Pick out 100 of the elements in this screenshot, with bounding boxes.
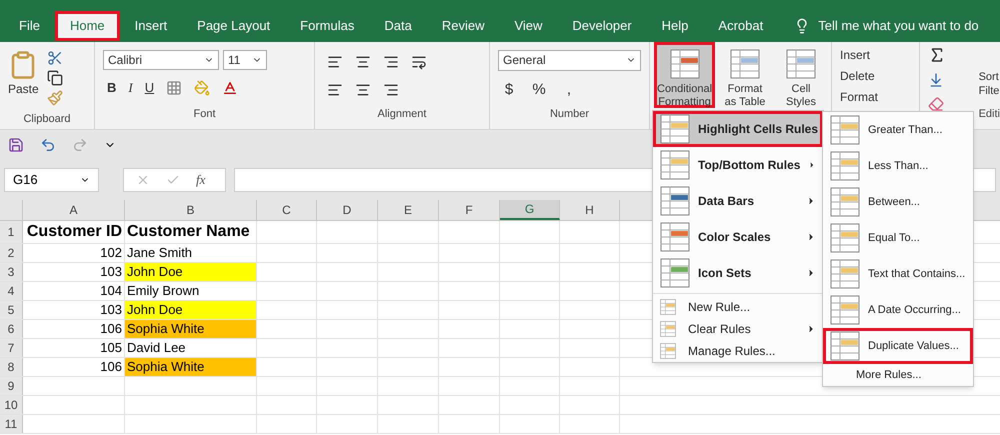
row-header[interactable]: 9 (0, 377, 23, 395)
submenu-item[interactable]: More Rules... (823, 364, 973, 386)
font-size-field[interactable]: 11 (223, 50, 267, 70)
wrap-text-icon[interactable] (411, 54, 427, 70)
grid-icon (660, 258, 690, 288)
ribbon-tab[interactable]: Developer (557, 11, 647, 41)
submenu-item[interactable]: Equal To... (823, 220, 973, 256)
ribbon-tab[interactable]: Home (54, 11, 120, 41)
number-format-button[interactable]: $ (502, 78, 516, 101)
align-left-icon[interactable] (327, 82, 343, 98)
table-cell: David Lee (125, 339, 257, 357)
table-cell-text: 105 (100, 339, 122, 358)
submenu-item[interactable]: Text that Contains... (823, 256, 973, 292)
column-header[interactable]: A (23, 200, 125, 220)
column-header[interactable]: E (378, 200, 439, 220)
font-style-button[interactable]: I (128, 78, 133, 98)
row-header[interactable]: 11 (0, 415, 23, 433)
name-box[interactable]: G16 (4, 168, 99, 192)
ribbon-tab[interactable]: Acrobat (703, 11, 778, 41)
paste-button[interactable]: Paste (8, 50, 39, 106)
font-name-field[interactable]: Calibri (103, 50, 219, 70)
tell-me-search[interactable]: Tell me what you want to do (818, 16, 979, 36)
table-cell-text: 103 (100, 301, 122, 320)
fill-color-icon[interactable] (194, 80, 210, 96)
grid-icon (660, 321, 676, 337)
menu-item[interactable]: Manage Rules... (653, 340, 823, 362)
sort-filter-button[interactable]: Sort Filte (978, 70, 1000, 98)
submenu-item[interactable]: Between... (823, 184, 973, 220)
menu-item[interactable]: Color Scales (653, 219, 823, 255)
align-top-icon[interactable] (327, 54, 343, 70)
cells-button[interactable]: Format (840, 88, 911, 106)
menu-item[interactable]: Highlight Cells Rules (653, 111, 823, 147)
submenu-item[interactable]: Greater Than... (823, 112, 973, 148)
ribbon-tab[interactable]: Data (369, 11, 427, 41)
submenu-item[interactable]: Duplicate Values... (823, 328, 973, 364)
copy-icon[interactable] (46, 70, 63, 86)
align-right-icon[interactable] (383, 82, 399, 98)
column-header[interactable]: H (560, 200, 620, 220)
group-label: Editi (978, 108, 1000, 120)
cells-button[interactable]: Delete (840, 67, 911, 85)
table-cell: Customer Name (125, 221, 257, 243)
font-style-button[interactable]: U (144, 78, 154, 98)
row-header[interactable]: 6 (0, 320, 23, 338)
grid-icon (830, 295, 860, 325)
font-color-icon[interactable] (222, 80, 238, 96)
submenu-item[interactable]: Less Than... (823, 148, 973, 184)
menu-item[interactable]: Data Bars (653, 183, 823, 219)
ribbon-tab[interactable]: Formulas (285, 11, 370, 41)
table-cell: John Doe (125, 263, 257, 281)
group-label: Number (550, 108, 590, 120)
table-cell-text: 104 (100, 282, 122, 300)
row-header[interactable]: 7 (0, 339, 23, 357)
cut-icon[interactable] (46, 50, 63, 66)
menu-item[interactable]: Clear Rules (653, 318, 823, 340)
row-header[interactable]: 4 (0, 282, 23, 300)
column-header[interactable]: C (257, 200, 317, 220)
fill-icon[interactable] (928, 72, 944, 88)
ribbon-tab[interactable]: Review (426, 11, 500, 41)
font-style-button[interactable]: B (107, 78, 116, 98)
ribbon-tab[interactable]: File (4, 11, 55, 41)
ribbon-tab[interactable]: View (499, 11, 558, 41)
row-header[interactable]: 2 (0, 244, 23, 262)
align-bottom-icon[interactable] (383, 54, 399, 70)
styles-button[interactable]: Cell Styles (775, 42, 828, 108)
styles-button[interactable]: Format as Table (719, 42, 772, 108)
menu-item[interactable]: Top/Bottom Rules (653, 147, 823, 183)
number-format-button[interactable]: , (562, 78, 576, 101)
clear-icon[interactable] (928, 96, 944, 112)
group-label: Clipboard (23, 113, 71, 125)
row-header[interactable]: 10 (0, 396, 23, 414)
column-header[interactable]: D (317, 200, 378, 220)
align-middle-icon[interactable] (355, 54, 371, 70)
menu-item[interactable]: New Rule... (653, 296, 823, 318)
align-center-icon[interactable] (355, 82, 371, 98)
grid-icon (660, 186, 690, 216)
row-header[interactable]: 1 (0, 221, 23, 243)
number-format-field[interactable]: General (498, 50, 641, 70)
menu-item[interactable]: Icon Sets (653, 255, 823, 291)
ribbon-tab[interactable]: Insert (120, 11, 182, 41)
borders-icon[interactable] (166, 80, 182, 96)
table-cell-text: 106 (100, 320, 122, 338)
ribbon-tab[interactable]: Help (646, 11, 704, 41)
grid-icon (830, 259, 860, 289)
insert-function-button[interactable]: fx (196, 170, 206, 190)
row-header[interactable]: 5 (0, 301, 23, 319)
column-header[interactable]: B (125, 200, 257, 220)
grid-icon (730, 49, 760, 79)
row-header[interactable]: 3 (0, 263, 23, 281)
ribbon-tab[interactable]: Page Layout (182, 11, 286, 41)
number-format-button[interactable]: % (532, 78, 546, 101)
row-header[interactable]: 8 (0, 358, 23, 376)
undo-icon[interactable] (40, 137, 56, 153)
styles-button[interactable]: Conditional Formatting (654, 42, 716, 108)
column-header[interactable]: G (500, 200, 560, 220)
save-icon[interactable] (8, 137, 24, 153)
grid-icon (670, 49, 700, 79)
table-cell: John Doe (125, 301, 257, 319)
cells-button[interactable]: Insert (840, 46, 911, 64)
submenu-item[interactable]: A Date Occurring... (823, 292, 973, 328)
table-cell: Sophia White (125, 358, 257, 376)
